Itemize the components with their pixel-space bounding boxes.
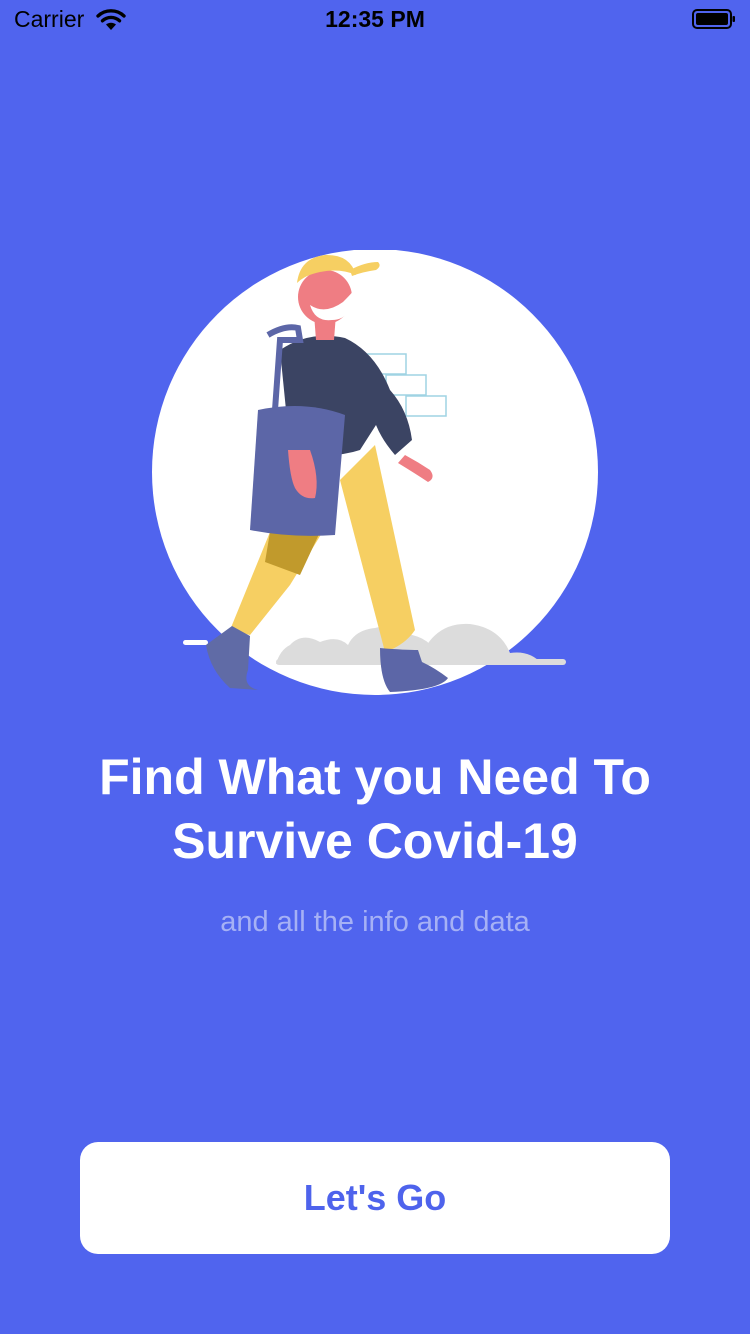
lets-go-button[interactable]: Let's Go [80, 1142, 670, 1254]
onboarding-subtitle: and all the info and data [220, 906, 530, 938]
status-bar: Carrier 12:35 PM [0, 0, 750, 40]
battery-icon [692, 9, 735, 29]
walking-person-illustration [152, 250, 598, 695]
status-time: 12:35 PM [325, 6, 425, 32]
onboarding-headline: Find What you Need To Survive Covid-19 [99, 749, 651, 869]
